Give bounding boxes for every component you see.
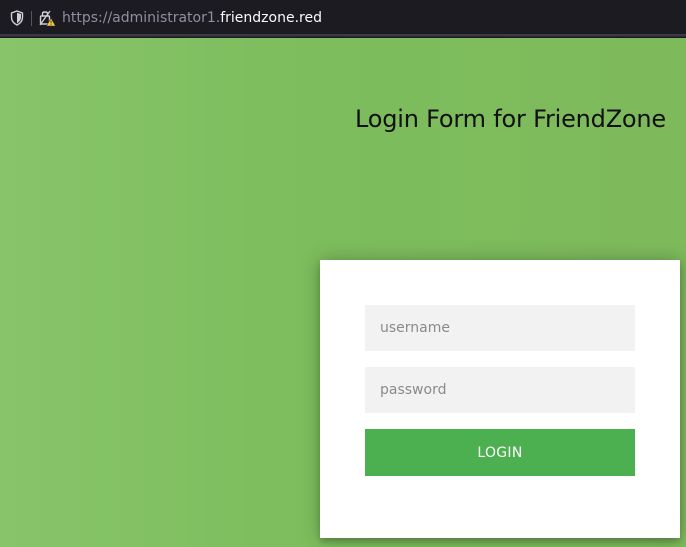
address-bar[interactable]: https://administrator1.friendzone.red (0, 0, 686, 36)
username-input[interactable] (365, 305, 635, 351)
login-form: LOGIN (320, 260, 680, 538)
page-body: Login Form for FriendZone LOGIN (0, 38, 686, 547)
insecure-lock-icon[interactable] (39, 9, 57, 27)
login-button[interactable]: LOGIN (365, 429, 635, 476)
toolbar-separator (31, 11, 32, 26)
page-title: Login Form for FriendZone (355, 105, 666, 133)
url-domain: friendzone.red (220, 10, 322, 26)
url-prefix: https://administrator1. (62, 10, 221, 26)
browser-toolbar: https://administrator1.friendzone.red (0, 0, 686, 38)
password-input[interactable] (365, 367, 635, 413)
shield-icon[interactable] (10, 10, 24, 26)
url-text[interactable]: https://administrator1.friendzone.red (62, 9, 322, 27)
